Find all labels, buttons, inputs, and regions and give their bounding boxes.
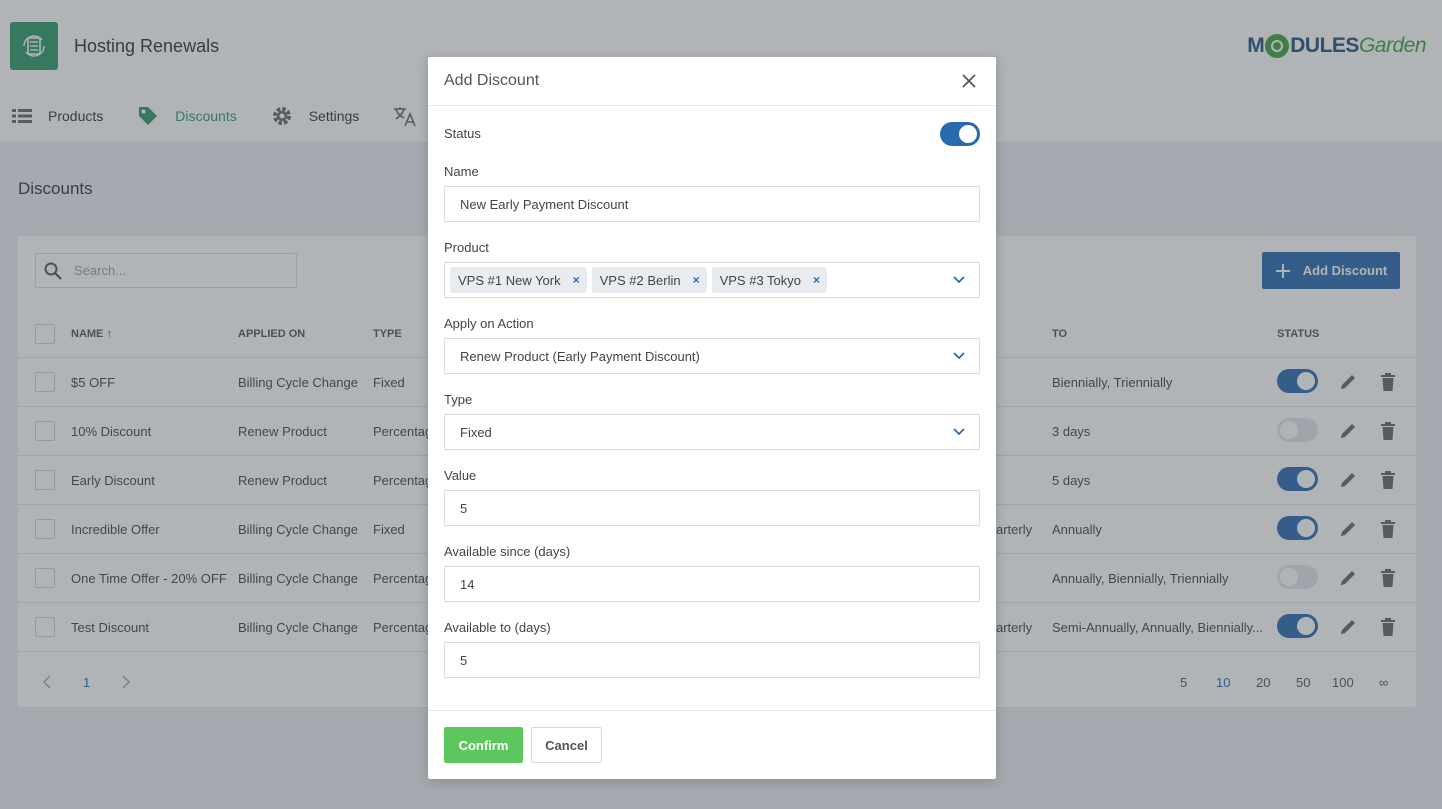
product-chip: VPS #3 Tokyo ×	[711, 267, 828, 293]
modal-footer: Confirm Cancel	[428, 710, 996, 779]
product-chip-label: VPS #3 Tokyo	[719, 272, 802, 288]
product-label: Product	[444, 240, 489, 255]
add-discount-modal: Add Discount Status Name New Early Payme…	[428, 57, 996, 779]
type-value: Fixed	[460, 424, 492, 440]
value-field[interactable]: 5	[444, 490, 980, 526]
name-field-value: New Early Payment Discount	[460, 196, 629, 212]
available-since-value: 14	[460, 576, 475, 592]
product-chip: VPS #2 Berlin ×	[591, 267, 707, 293]
apply-on-action-select[interactable]: Renew Product (Early Payment Discount)	[444, 338, 980, 374]
modal-header: Add Discount	[428, 57, 996, 106]
chip-remove-icon[interactable]: ×	[813, 273, 820, 287]
chevron-down-icon	[953, 352, 965, 360]
chevron-down-icon[interactable]	[953, 276, 965, 284]
available-to-label: Available to (days)	[444, 620, 551, 635]
product-chip: VPS #1 New York ×	[450, 267, 587, 293]
cancel-button[interactable]: Cancel	[531, 727, 602, 763]
apply-on-action-label: Apply on Action	[444, 316, 534, 331]
status-toggle[interactable]	[940, 122, 980, 146]
chip-remove-icon[interactable]: ×	[573, 273, 580, 287]
type-select[interactable]: Fixed	[444, 414, 980, 450]
product-multiselect[interactable]: VPS #1 New York × VPS #2 Berlin × VPS #3 T…	[444, 262, 980, 298]
value-label: Value	[444, 468, 477, 483]
name-label: Name	[444, 164, 479, 179]
value-field-value: 5	[460, 500, 468, 516]
status-label: Status	[444, 126, 481, 141]
close-icon[interactable]	[962, 74, 976, 91]
modal-title: Add Discount	[444, 72, 540, 89]
apply-on-action-value: Renew Product (Early Payment Discount)	[460, 348, 700, 364]
chip-remove-icon[interactable]: ×	[693, 273, 700, 287]
chevron-down-icon	[953, 428, 965, 436]
type-label: Type	[444, 392, 473, 407]
name-field[interactable]: New Early Payment Discount	[444, 186, 980, 222]
available-since-label: Available since (days)	[444, 544, 571, 559]
confirm-button[interactable]: Confirm	[444, 727, 523, 763]
product-chip-label: VPS #1 New York	[458, 272, 561, 288]
product-chip-label: VPS #2 Berlin	[599, 272, 681, 288]
available-to-value: 5	[460, 652, 468, 668]
available-to-field[interactable]: 5	[444, 642, 980, 678]
available-since-field[interactable]: 14	[444, 566, 980, 602]
